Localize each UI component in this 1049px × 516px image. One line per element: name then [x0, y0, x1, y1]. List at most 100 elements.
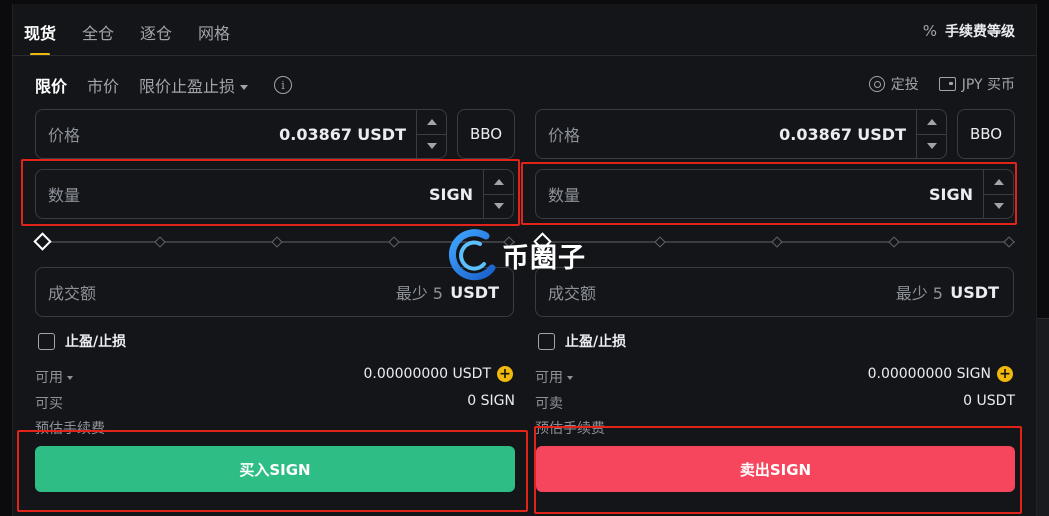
buy-quantity-unit: SIGN	[429, 184, 473, 204]
buy-bbo-button[interactable]: BBO	[457, 109, 515, 159]
checkbox[interactable]	[38, 332, 55, 350]
buy-quantity-input[interactable]: 数量 SIGN	[35, 169, 514, 219]
top-right-links: 定投 JPY 买币	[868, 74, 1015, 94]
tab-isolated[interactable]: 逐仓	[140, 20, 172, 54]
sell-total-input[interactable]: 成交额 最少 5 USDT	[535, 267, 1014, 317]
buy-quantity-label: 数量	[48, 186, 81, 205]
slider-mark-25[interactable]	[654, 236, 666, 248]
buy-price-input[interactable]: 价格 0.03867 USDT	[35, 109, 447, 159]
chevron-up-icon	[926, 118, 937, 125]
buy-tpsl-label: 止盈/止损	[65, 334, 127, 350]
sell-percentage-slider[interactable]	[533, 232, 1015, 251]
buy-total-min: 最少 5	[395, 284, 443, 303]
slider-mark-100[interactable]	[1003, 236, 1015, 248]
side-panel-edge	[1037, 318, 1049, 516]
buy-price-unit: USDT	[357, 124, 406, 144]
sell-price-increment[interactable]	[917, 110, 946, 134]
chevron-up-icon	[993, 178, 1004, 185]
buy-percentage-slider[interactable]	[33, 232, 515, 251]
sell-available-value: 0.00000000 SIGN +	[868, 366, 1013, 382]
buy-price-increment[interactable]	[417, 110, 446, 134]
margin-mode-tabs: 现货 全仓 逐仓 网格	[24, 20, 256, 56]
buy-quantity-increment[interactable]	[484, 170, 513, 194]
order-type-stop-limit[interactable]: 限价止盈止损	[139, 73, 249, 97]
tab-cross[interactable]: 全仓	[82, 20, 114, 54]
order-type-market[interactable]: 市价	[87, 73, 119, 97]
sell-quantity-input[interactable]: 数量 SIGN	[535, 169, 1014, 219]
chevron-down-icon	[993, 203, 1004, 210]
chevron-up-icon	[493, 178, 504, 185]
buy-fee-label: 预估手续费	[35, 421, 105, 437]
fee-level-label: 手续费等级	[945, 24, 1015, 40]
sell-quantity-label: 数量	[548, 186, 581, 205]
sell-button[interactable]: 卖出SIGN	[536, 446, 1015, 492]
recurring-buy-label: 定投	[890, 77, 919, 93]
chevron-down-icon	[926, 143, 937, 150]
sell-available-label[interactable]: 可用	[535, 367, 573, 387]
sell-price-label: 价格	[548, 126, 581, 145]
checkbox[interactable]	[538, 332, 555, 350]
buy-price-stepper	[416, 110, 446, 158]
buy-available-text: 可用	[35, 370, 63, 386]
buy-with-fiat-link[interactable]: JPY 买币	[938, 74, 1015, 94]
info-icon[interactable]: i	[274, 76, 293, 94]
slider-mark-25[interactable]	[154, 236, 166, 248]
slider-thumb[interactable]	[33, 232, 52, 251]
slider-mark-50[interactable]	[271, 236, 283, 248]
deposit-plus-icon[interactable]: +	[997, 366, 1013, 382]
slider-mark-50[interactable]	[771, 236, 783, 248]
buy-quantity-decrement[interactable]	[484, 193, 513, 219]
chevron-down-icon	[493, 203, 504, 210]
sell-tpsl-checkbox[interactable]: 止盈/止损	[538, 331, 626, 351]
sell-quantity-increment[interactable]	[984, 170, 1013, 194]
sell-max-label: 可卖	[535, 396, 563, 412]
sell-total-unit: USDT	[950, 282, 999, 302]
watermark: 币圈子	[448, 228, 586, 282]
sell-max-value: 0 USDT	[963, 393, 1015, 409]
percent-icon: %	[922, 22, 937, 40]
tab-spot[interactable]: 现货	[24, 20, 56, 56]
order-type-limit[interactable]: 限价	[35, 73, 67, 97]
recurring-buy-link[interactable]: 定投	[868, 74, 919, 94]
sell-total-min: 最少 5	[895, 284, 943, 303]
sell-quantity-decrement[interactable]	[984, 193, 1013, 219]
watermark-logo-icon	[448, 229, 496, 281]
sell-price-stepper	[916, 110, 946, 158]
sell-fee-label: 预估手续费	[535, 421, 605, 437]
sell-price-decrement[interactable]	[917, 133, 946, 159]
buy-with-fiat-label: JPY 买币	[961, 77, 1015, 93]
chevron-down-icon	[240, 85, 249, 90]
fee-level-link[interactable]: % 手续费等级	[923, 21, 1015, 41]
chevron-down-icon	[567, 376, 573, 380]
sell-tpsl-label: 止盈/止损	[565, 334, 627, 350]
buy-total-input[interactable]: 成交额 最少 5 USDT	[35, 267, 514, 317]
tab-grid[interactable]: 网格	[198, 20, 230, 54]
buy-max-label: 可买	[35, 396, 63, 412]
wallet-icon	[938, 77, 956, 91]
chevron-up-icon	[426, 118, 437, 125]
buy-available-value: 0.00000000 USDT +	[363, 366, 513, 382]
buy-total-label: 成交额	[48, 284, 97, 303]
sell-bbo-button[interactable]: BBO	[957, 109, 1015, 159]
slider-mark-75[interactable]	[388, 236, 400, 248]
buy-quantity-stepper	[483, 170, 513, 218]
slider-mark-75[interactable]	[888, 236, 900, 248]
buy-button[interactable]: 买入SIGN	[35, 446, 515, 492]
sell-total-label: 成交额	[548, 284, 597, 303]
sell-price-input[interactable]: 价格 0.03867 USDT	[535, 109, 947, 159]
buy-tpsl-checkbox[interactable]: 止盈/止损	[38, 331, 126, 351]
buy-available-label[interactable]: 可用	[35, 367, 73, 387]
sell-quantity-unit: SIGN	[929, 184, 973, 204]
buy-price-decrement[interactable]	[417, 133, 446, 159]
sell-quantity-stepper	[983, 170, 1013, 218]
sell-price-unit: USDT	[857, 124, 906, 144]
buy-max-value: 0 SIGN	[467, 393, 515, 409]
buy-available-amount: 0.00000000 USDT	[363, 366, 491, 382]
buy-price-label: 价格	[48, 126, 81, 145]
order-type-stop-limit-label: 限价止盈止损	[139, 77, 236, 96]
sell-available-amount: 0.00000000 SIGN	[867, 366, 991, 382]
deposit-plus-icon[interactable]: +	[497, 366, 513, 382]
buy-total-unit: USDT	[450, 282, 499, 302]
watermark-text: 币圈子	[502, 242, 586, 274]
buy-price-value: 0.03867	[279, 124, 352, 144]
